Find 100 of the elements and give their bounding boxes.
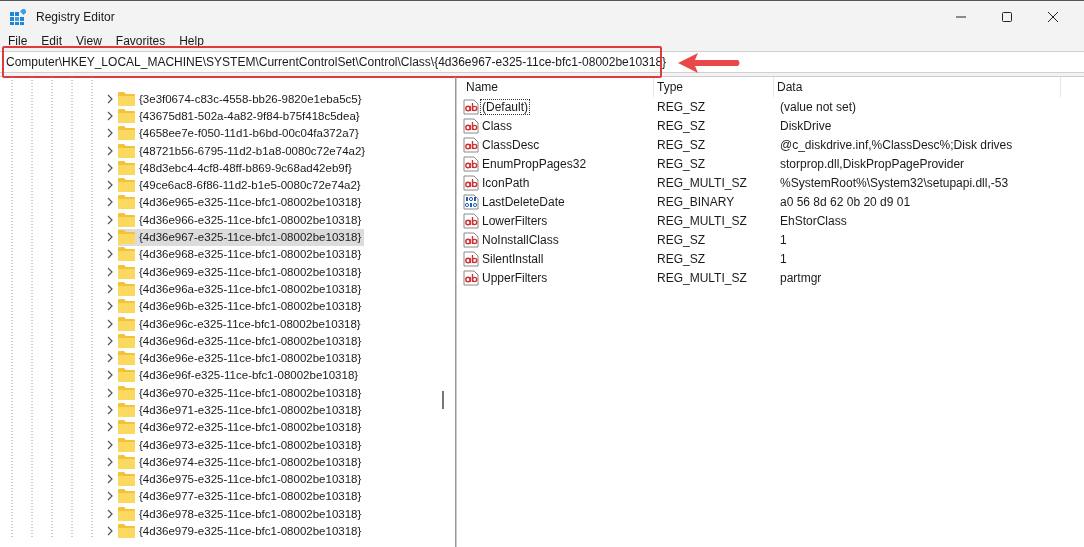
string-value-icon bbox=[463, 136, 479, 153]
value-name[interactable]: EnumPropPages32 bbox=[480, 155, 589, 172]
value-name[interactable]: LowerFilters bbox=[480, 212, 550, 229]
tree-item[interactable]: {4d36e965-e325-11ce-bfc1-08002be10318} bbox=[118, 193, 365, 211]
menu-item[interactable]: Favorites bbox=[108, 34, 173, 48]
tree-item[interactable]: {48721b56-6795-11d2-b1a8-0080c72e74a2} bbox=[118, 142, 369, 160]
chevron-icon[interactable] bbox=[106, 232, 114, 242]
menu-item[interactable]: File bbox=[1, 34, 35, 48]
folder-icon bbox=[118, 489, 135, 504]
folder-icon bbox=[118, 126, 135, 141]
string-value-icon bbox=[463, 155, 479, 172]
folder-icon bbox=[118, 160, 135, 175]
tree-item[interactable]: {4d36e96e-e325-11ce-bfc1-08002be10318} bbox=[118, 349, 365, 367]
value-type: REG_SZ bbox=[656, 118, 706, 133]
chevron-icon[interactable] bbox=[106, 283, 114, 294]
chevron-icon[interactable] bbox=[106, 249, 114, 260]
value-type: REG_SZ bbox=[656, 251, 706, 266]
folder-icon bbox=[118, 91, 135, 106]
tree-item[interactable]: {43675d81-502a-4a82-9f84-b75f418c5dea} bbox=[118, 107, 363, 125]
value-name[interactable]: ClassDesc bbox=[480, 136, 542, 153]
folder-icon bbox=[118, 333, 135, 348]
chevron-icon[interactable] bbox=[106, 335, 114, 346]
tree-item[interactable]: {4d36e966-e325-11ce-bfc1-08002be10318} bbox=[118, 211, 365, 229]
string-value-icon bbox=[463, 212, 479, 229]
chevron-icon[interactable] bbox=[106, 197, 114, 208]
chevron-icon[interactable] bbox=[106, 353, 114, 364]
chevron-icon[interactable] bbox=[106, 266, 114, 277]
menu-item[interactable]: Help bbox=[172, 34, 211, 48]
value-name[interactable]: (Default) bbox=[480, 98, 530, 115]
chevron-icon[interactable] bbox=[106, 508, 114, 519]
value-name[interactable]: SilentInstall bbox=[480, 250, 546, 267]
value-type: REG_BINARY bbox=[656, 194, 736, 209]
string-value-icon bbox=[463, 174, 479, 191]
tree-item[interactable]: {4d36e968-e325-11ce-bfc1-08002be10318} bbox=[118, 245, 365, 263]
chevron-icon[interactable] bbox=[106, 370, 114, 381]
column-header[interactable]: Data bbox=[774, 77, 1061, 97]
folder-icon bbox=[118, 351, 135, 366]
tree-item[interactable]: {4d36e975-e325-11ce-bfc1-08002be10318} bbox=[118, 470, 365, 488]
tree-item[interactable]: {4d36e96a-e325-11ce-bfc1-08002be10318} bbox=[118, 280, 365, 298]
menu-item[interactable]: Edit bbox=[34, 34, 70, 48]
tree-item[interactable]: {4d36e977-e325-11ce-bfc1-08002be10318} bbox=[118, 487, 365, 505]
folder-icon bbox=[118, 195, 135, 210]
value-name[interactable]: LastDeleteDate bbox=[480, 193, 567, 210]
value-data: EhStorClass bbox=[779, 213, 848, 228]
tree-item[interactable]: {48d3ebc4-4cf8-48ff-b869-9c68ad42eb9f} bbox=[118, 159, 355, 177]
chevron-icon[interactable] bbox=[106, 474, 114, 485]
chevron-icon[interactable] bbox=[106, 301, 114, 312]
chevron-icon[interactable] bbox=[106, 145, 114, 156]
chevron-icon[interactable] bbox=[106, 318, 114, 329]
tree-item[interactable]: {4d36e969-e325-11ce-bfc1-08002be10318} bbox=[118, 263, 365, 281]
tree-item[interactable]: {4d36e96f-e325-11ce-bfc1-08002be10318} bbox=[118, 366, 362, 384]
folder-icon bbox=[118, 368, 135, 383]
value-name[interactable]: Class bbox=[480, 117, 514, 134]
tree-item[interactable]: {4d36e974-e325-11ce-bfc1-08002be10318} bbox=[118, 453, 365, 471]
folder-icon bbox=[118, 178, 135, 193]
folder-icon bbox=[118, 385, 135, 400]
chevron-icon[interactable] bbox=[106, 180, 114, 191]
folder-icon bbox=[118, 454, 135, 469]
tree-item[interactable]: {4658ee7e-f050-11d1-b6bd-00c04fa372a7} bbox=[118, 124, 362, 142]
chevron-icon[interactable] bbox=[106, 456, 114, 467]
tree-item[interactable]: {3e3f0674-c83c-4558-bb26-9820e1eba5c5} bbox=[118, 90, 365, 108]
value-data: 1 bbox=[779, 232, 788, 247]
value-name[interactable]: UpperFilters bbox=[480, 269, 550, 286]
menu-item[interactable]: View bbox=[69, 34, 109, 48]
value-name[interactable]: NoInstallClass bbox=[480, 231, 561, 248]
column-header[interactable]: Name bbox=[463, 77, 654, 97]
folder-icon bbox=[118, 143, 135, 158]
tree-item[interactable]: {4d36e96b-e325-11ce-bfc1-08002be10318} bbox=[118, 297, 365, 315]
chevron-icon[interactable] bbox=[106, 387, 114, 398]
chevron-icon[interactable] bbox=[106, 405, 114, 415]
chevron-icon[interactable] bbox=[106, 128, 114, 139]
value-type: REG_SZ bbox=[656, 137, 706, 152]
chevron-icon[interactable] bbox=[106, 422, 114, 433]
string-value-icon bbox=[463, 117, 479, 134]
folder-icon bbox=[118, 472, 135, 487]
value-name[interactable]: IconPath bbox=[480, 174, 532, 191]
tree-item[interactable]: {4d36e971-e325-11ce-bfc1-08002be10318} bbox=[118, 401, 365, 419]
tree-item[interactable]: {4d36e972-e325-11ce-bfc1-08002be10318} bbox=[118, 418, 365, 436]
chevron-icon[interactable] bbox=[106, 162, 114, 173]
string-value-icon bbox=[463, 98, 479, 115]
chevron-icon[interactable] bbox=[106, 214, 114, 225]
folder-icon bbox=[118, 281, 135, 296]
tree-item[interactable]: {4d36e967-e325-11ce-bfc1-08002be10318} bbox=[118, 228, 365, 246]
tree-item[interactable]: {4d36e96d-e325-11ce-bfc1-08002be10318} bbox=[118, 332, 365, 350]
tree-item[interactable]: {4d36e978-e325-11ce-bfc1-08002be10318} bbox=[118, 505, 365, 523]
tree-item[interactable]: {4d36e970-e325-11ce-bfc1-08002be10318} bbox=[118, 384, 365, 402]
value-data: storprop.dll,DiskPropPageProvider bbox=[779, 156, 966, 171]
tree-item[interactable]: {4d36e96c-e325-11ce-bfc1-08002be10318} bbox=[118, 315, 364, 332]
chevron-icon[interactable] bbox=[106, 526, 114, 537]
folder-icon bbox=[118, 403, 135, 417]
tree-item[interactable]: {4d36e979-e325-11ce-bfc1-08002be10318} bbox=[118, 522, 365, 540]
chevron-icon[interactable] bbox=[106, 93, 114, 104]
splitter-grip-icon[interactable] bbox=[441, 391, 445, 409]
tree-item[interactable]: {4d36e973-e325-11ce-bfc1-08002be10318} bbox=[118, 436, 365, 454]
column-header[interactable]: Type bbox=[654, 77, 774, 97]
value-data: 1 bbox=[779, 251, 788, 266]
chevron-icon[interactable] bbox=[106, 439, 114, 450]
chevron-icon[interactable] bbox=[106, 491, 114, 502]
tree-item[interactable]: {49ce6ac8-6f86-11d2-b1e5-0080c72e74a2} bbox=[118, 176, 364, 194]
chevron-icon[interactable] bbox=[106, 110, 114, 121]
